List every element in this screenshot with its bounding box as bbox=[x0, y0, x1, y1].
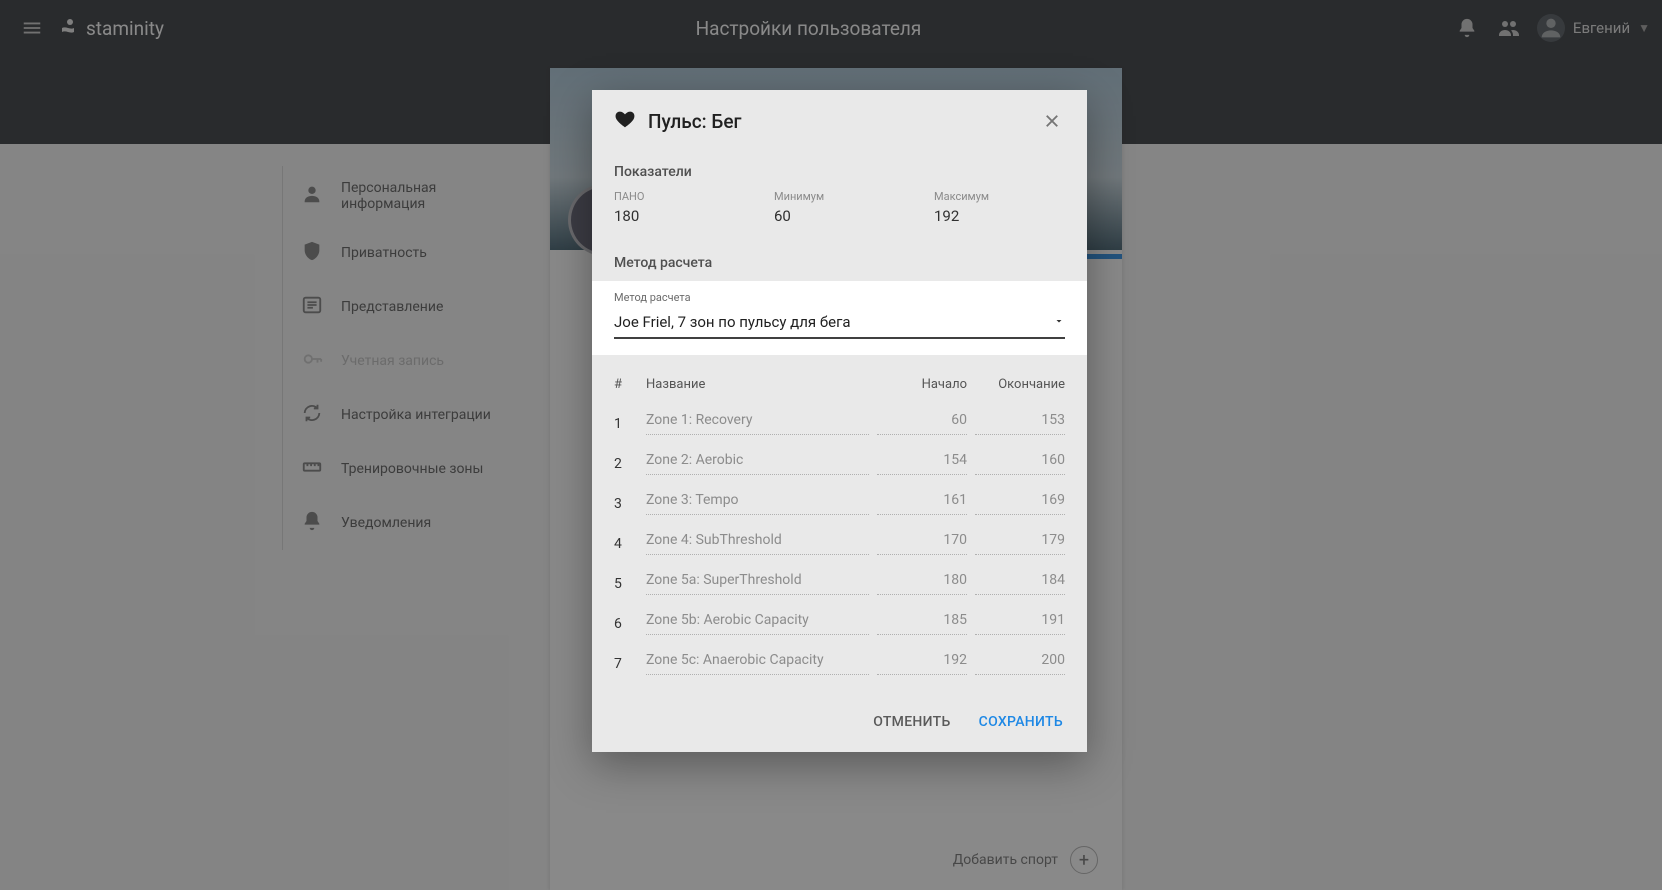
method-field-label: Метод расчета bbox=[614, 291, 1065, 304]
table-header: # Название Начало Окончание bbox=[614, 377, 1065, 402]
col-name: Название bbox=[646, 377, 869, 392]
zone-name-input[interactable]: Zone 3: Tempo bbox=[646, 492, 869, 515]
zone-end-input[interactable]: 169 bbox=[975, 492, 1065, 515]
row-index: 3 bbox=[614, 496, 638, 512]
zone-end-input[interactable]: 184 bbox=[975, 572, 1065, 595]
metric-value: 60 bbox=[774, 207, 894, 225]
metric-value: 180 bbox=[614, 207, 734, 225]
zone-start-input[interactable]: 60 bbox=[877, 412, 967, 435]
table-row: 4 Zone 4: SubThreshold 170 179 bbox=[614, 522, 1065, 562]
zone-start-input[interactable]: 161 bbox=[877, 492, 967, 515]
table-row: 5 Zone 5a: SuperThreshold 180 184 bbox=[614, 562, 1065, 602]
zone-start-input[interactable]: 170 bbox=[877, 532, 967, 555]
row-index: 1 bbox=[614, 416, 638, 432]
metrics-section-title: Показатели bbox=[592, 152, 1087, 180]
row-index: 6 bbox=[614, 616, 638, 632]
zone-start-input[interactable]: 180 bbox=[877, 572, 967, 595]
col-index: # bbox=[614, 377, 638, 392]
metric-label: Минимум bbox=[774, 190, 894, 203]
metric-max: Максимум 192 bbox=[934, 190, 1054, 225]
col-start: Начало bbox=[877, 377, 967, 392]
table-row: 6 Zone 5b: Aerobic Capacity 185 191 bbox=[614, 602, 1065, 642]
cancel-button[interactable]: ОТМЕНИТЬ bbox=[873, 714, 950, 730]
table-row: 2 Zone 2: Aerobic 154 160 bbox=[614, 442, 1065, 482]
zone-end-input[interactable]: 160 bbox=[975, 452, 1065, 475]
method-value: Joe Friel, 7 зон по пульсу для бега bbox=[614, 313, 851, 331]
row-index: 2 bbox=[614, 456, 638, 472]
method-section-title: Метод расчета bbox=[592, 243, 1087, 281]
zone-start-input[interactable]: 154 bbox=[877, 452, 967, 475]
zones-modal: Пульс: Бег Показатели ПАНО 180 Минимум 6… bbox=[592, 90, 1087, 752]
zone-name-input[interactable]: Zone 1: Recovery bbox=[646, 412, 869, 435]
modal-title: Пульс: Бег bbox=[648, 110, 1027, 133]
metrics-row: ПАНО 180 Минимум 60 Максимум 192 bbox=[592, 180, 1087, 243]
metric-label: Максимум bbox=[934, 190, 1054, 203]
zone-end-input[interactable]: 191 bbox=[975, 612, 1065, 635]
row-index: 7 bbox=[614, 656, 638, 672]
zone-start-input[interactable]: 192 bbox=[877, 652, 967, 675]
metric-value: 192 bbox=[934, 207, 1054, 225]
close-button[interactable] bbox=[1039, 108, 1065, 134]
row-index: 5 bbox=[614, 576, 638, 592]
table-row: 3 Zone 3: Tempo 161 169 bbox=[614, 482, 1065, 522]
zone-end-input[interactable]: 200 bbox=[975, 652, 1065, 675]
chevron-down-icon bbox=[1053, 312, 1065, 331]
heart-icon bbox=[614, 108, 636, 134]
close-icon bbox=[1043, 112, 1061, 130]
table-row: 1 Zone 1: Recovery 60 153 bbox=[614, 402, 1065, 442]
row-index: 4 bbox=[614, 536, 638, 552]
modal-header: Пульс: Бег bbox=[592, 90, 1087, 152]
zone-name-input[interactable]: Zone 5a: SuperThreshold bbox=[646, 572, 869, 595]
zone-name-input[interactable]: Zone 5c: Anaerobic Capacity bbox=[646, 652, 869, 675]
zone-name-input[interactable]: Zone 4: SubThreshold bbox=[646, 532, 869, 555]
zone-start-input[interactable]: 185 bbox=[877, 612, 967, 635]
method-select-wrap: Метод расчета Joe Friel, 7 зон по пульсу… bbox=[592, 281, 1087, 355]
col-end: Окончание bbox=[975, 377, 1065, 392]
modal-actions: ОТМЕНИТЬ СОХРАНИТЬ bbox=[592, 700, 1087, 752]
metric-min: Минимум 60 bbox=[774, 190, 894, 225]
zones-table: # Название Начало Окончание 1 Zone 1: Rec… bbox=[592, 355, 1087, 700]
zone-name-input[interactable]: Zone 5b: Aerobic Capacity bbox=[646, 612, 869, 635]
method-select[interactable]: Joe Friel, 7 зон по пульсу для бега bbox=[614, 308, 1065, 339]
metric-pano: ПАНО 180 bbox=[614, 190, 734, 225]
save-button[interactable]: СОХРАНИТЬ bbox=[979, 714, 1063, 730]
zone-end-input[interactable]: 153 bbox=[975, 412, 1065, 435]
zone-end-input[interactable]: 179 bbox=[975, 532, 1065, 555]
table-row: 7 Zone 5c: Anaerobic Capacity 192 200 bbox=[614, 642, 1065, 682]
metric-label: ПАНО bbox=[614, 190, 734, 203]
zone-name-input[interactable]: Zone 2: Aerobic bbox=[646, 452, 869, 475]
